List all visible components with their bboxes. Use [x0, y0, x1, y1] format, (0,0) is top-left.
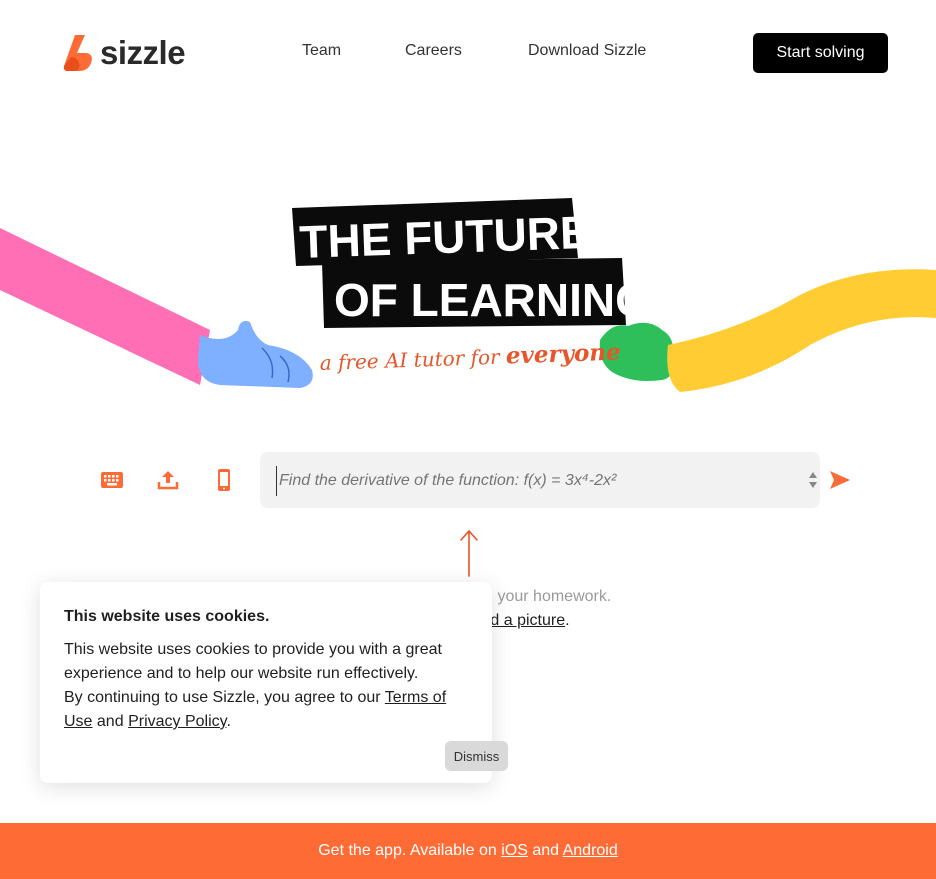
blue-hand [198, 321, 313, 388]
cookie-popup: This website uses cookies. This website … [40, 582, 508, 783]
privacy-policy-link[interactable]: Privacy Policy [128, 713, 226, 730]
question-box [260, 452, 820, 508]
hero-title-line2: OF LEARNING [334, 274, 651, 326]
question-input-row [0, 452, 936, 508]
sizzle-logo-icon [63, 35, 92, 71]
question-input[interactable] [276, 466, 791, 496]
nav-download-sizzle[interactable]: Download Sizzle [528, 42, 646, 60]
upload-icon[interactable] [156, 469, 180, 491]
hero-illustration: THE FUTURE OF LEARNING a free AI tutor f… [0, 198, 936, 392]
hero-tagline: a free AI tutor for everyone [319, 339, 621, 376]
yellow-arm [667, 269, 936, 392]
logo[interactable]: sizzle [63, 33, 186, 73]
arrow-doodle-icon [460, 529, 478, 577]
banner-text: Get the app. Available on [318, 842, 497, 859]
hero-title-line1: THE FUTURE [299, 206, 592, 268]
cookie-body-text: This website uses cookies to provide you… [64, 641, 442, 682]
cookie-title: This website uses cookies. [64, 608, 270, 625]
dismiss-button[interactable]: Dismiss [445, 741, 508, 771]
cookie-consent-text: By continuing to use Sizzle, you agree t… [64, 689, 381, 706]
logo-text: sizzle [100, 34, 186, 71]
stepper-arrows-icon[interactable] [808, 468, 818, 492]
pink-arm [0, 228, 210, 385]
android-link[interactable]: Android [563, 842, 618, 859]
start-solving-button[interactable]: Start solving [753, 33, 888, 73]
nav-careers[interactable]: Careers [405, 42, 462, 60]
cookie-body: This website uses cookies to provide you… [64, 641, 447, 730]
site-header: sizzle Team Careers Download Sizzle Star… [0, 0, 936, 105]
nav-team[interactable]: Team [302, 42, 341, 60]
app-banner: Get the app. Available on iOS and Androi… [0, 823, 936, 879]
keyboard-icon[interactable] [100, 469, 124, 491]
ios-link[interactable]: iOS [501, 842, 528, 859]
phone-icon[interactable] [212, 469, 236, 491]
send-icon[interactable] [829, 470, 851, 490]
